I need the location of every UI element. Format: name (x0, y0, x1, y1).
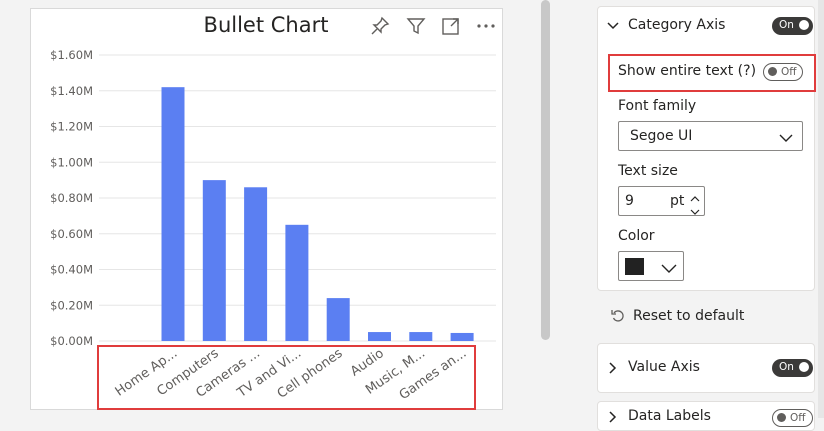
reset-icon[interactable] (610, 308, 626, 328)
bar[interactable] (409, 332, 433, 341)
bar[interactable] (368, 332, 391, 341)
pin-icon[interactable] (369, 15, 391, 37)
more-options-icon[interactable] (475, 15, 497, 37)
y-tick-label: $0.80M (50, 191, 93, 205)
font-family-dropdown[interactable]: Segoe UI (618, 121, 803, 151)
y-tick-label: $0.60M (50, 227, 93, 241)
bar[interactable] (244, 187, 268, 341)
value-axis-header[interactable]: Value Axis (628, 359, 700, 375)
chevron-down-icon (779, 130, 793, 149)
font-family-value: Segoe UI (630, 128, 693, 144)
color-picker[interactable] (618, 251, 684, 281)
chart-title: Bullet Chart (203, 13, 329, 37)
y-tick-label: $1.00M (50, 155, 93, 169)
focus-mode-icon[interactable] (440, 15, 462, 37)
reset-to-default-button[interactable]: Reset to default (633, 308, 744, 324)
bar[interactable] (450, 332, 474, 341)
bar[interactable] (202, 180, 226, 341)
font-family-label: Font family (618, 98, 697, 114)
value-axis-toggle[interactable]: On (772, 359, 813, 377)
chevron-right-icon[interactable] (606, 410, 620, 424)
filter-icon[interactable] (405, 15, 427, 37)
canvas-scrollbar-thumb[interactable] (541, 0, 550, 340)
bar[interactable] (285, 224, 309, 341)
y-tick-label: $0.00M (50, 334, 93, 348)
decrement-icon[interactable] (689, 202, 701, 221)
text-size-label: Text size (618, 163, 678, 179)
format-pane-scrollbar[interactable] (818, 0, 824, 418)
y-tick-label: $1.20M (50, 120, 93, 134)
chevron-down-icon (661, 260, 677, 279)
text-size-value[interactable]: 9 (625, 193, 634, 209)
chevron-right-icon[interactable] (606, 361, 620, 375)
color-swatch (625, 258, 644, 275)
data-labels-header[interactable]: Data Labels (628, 408, 711, 424)
category-axis-header[interactable]: Category Axis (628, 17, 725, 33)
text-size-stepper[interactable]: 9 pt (618, 186, 705, 216)
text-size-unit: pt (670, 193, 685, 209)
y-tick-label: $1.60M (50, 48, 93, 62)
color-label: Color (618, 228, 655, 244)
bar[interactable] (161, 87, 185, 341)
y-tick-label: $1.40M (50, 84, 93, 98)
show-entire-text-label: Show entire text (?) (618, 63, 757, 79)
category-labels-highlight (97, 345, 476, 410)
show-entire-text-toggle[interactable]: Off (763, 63, 803, 81)
y-tick-label: $0.20M (50, 298, 93, 312)
bar[interactable] (326, 298, 350, 341)
category-axis-toggle[interactable]: On (772, 17, 813, 35)
chevron-down-icon[interactable] (606, 19, 620, 33)
data-labels-toggle[interactable]: Off (772, 409, 813, 427)
y-tick-label: $0.40M (50, 263, 93, 277)
